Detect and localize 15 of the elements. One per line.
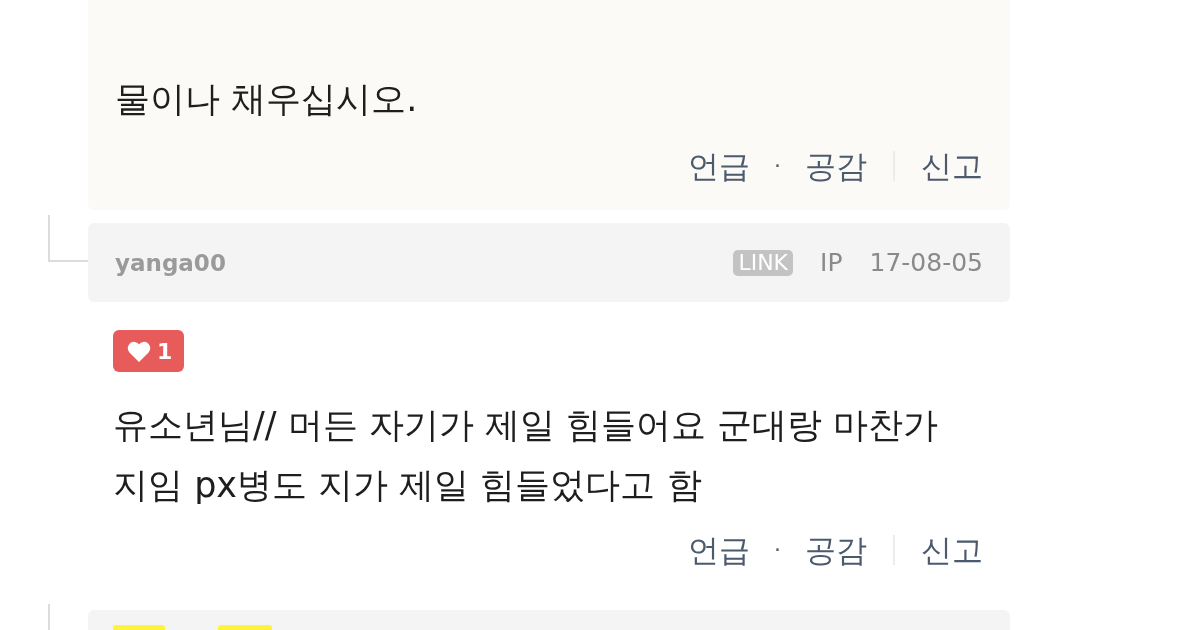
comment-action-link[interactable]: 언급 (688, 146, 750, 186)
like-count-badge: 1 (113, 330, 185, 372)
ip-label: IP (820, 248, 843, 277)
comment-action-link[interactable]: 공감 (805, 146, 867, 186)
comment-action-link[interactable]: 신고 (921, 530, 983, 570)
link-badge: LINK (733, 249, 794, 276)
comment-action-link[interactable]: 공감 (805, 530, 867, 570)
action-separator: · (774, 152, 781, 180)
comment-date: 17-08-05 (869, 248, 983, 277)
comment-text: 물이나 채우십시오. (115, 78, 419, 121)
action-separator: · (774, 536, 781, 564)
comment-text: 유소년님// 머든 자기가 제일 힘들어요 군대랑 마찬가 지임 px병도 지가 제일 힘들었다고 함 (113, 404, 940, 507)
comment-action-link[interactable]: 언급 (688, 530, 750, 570)
comment-action-link[interactable]: 신고 (921, 146, 983, 186)
heart-icon (127, 340, 151, 362)
